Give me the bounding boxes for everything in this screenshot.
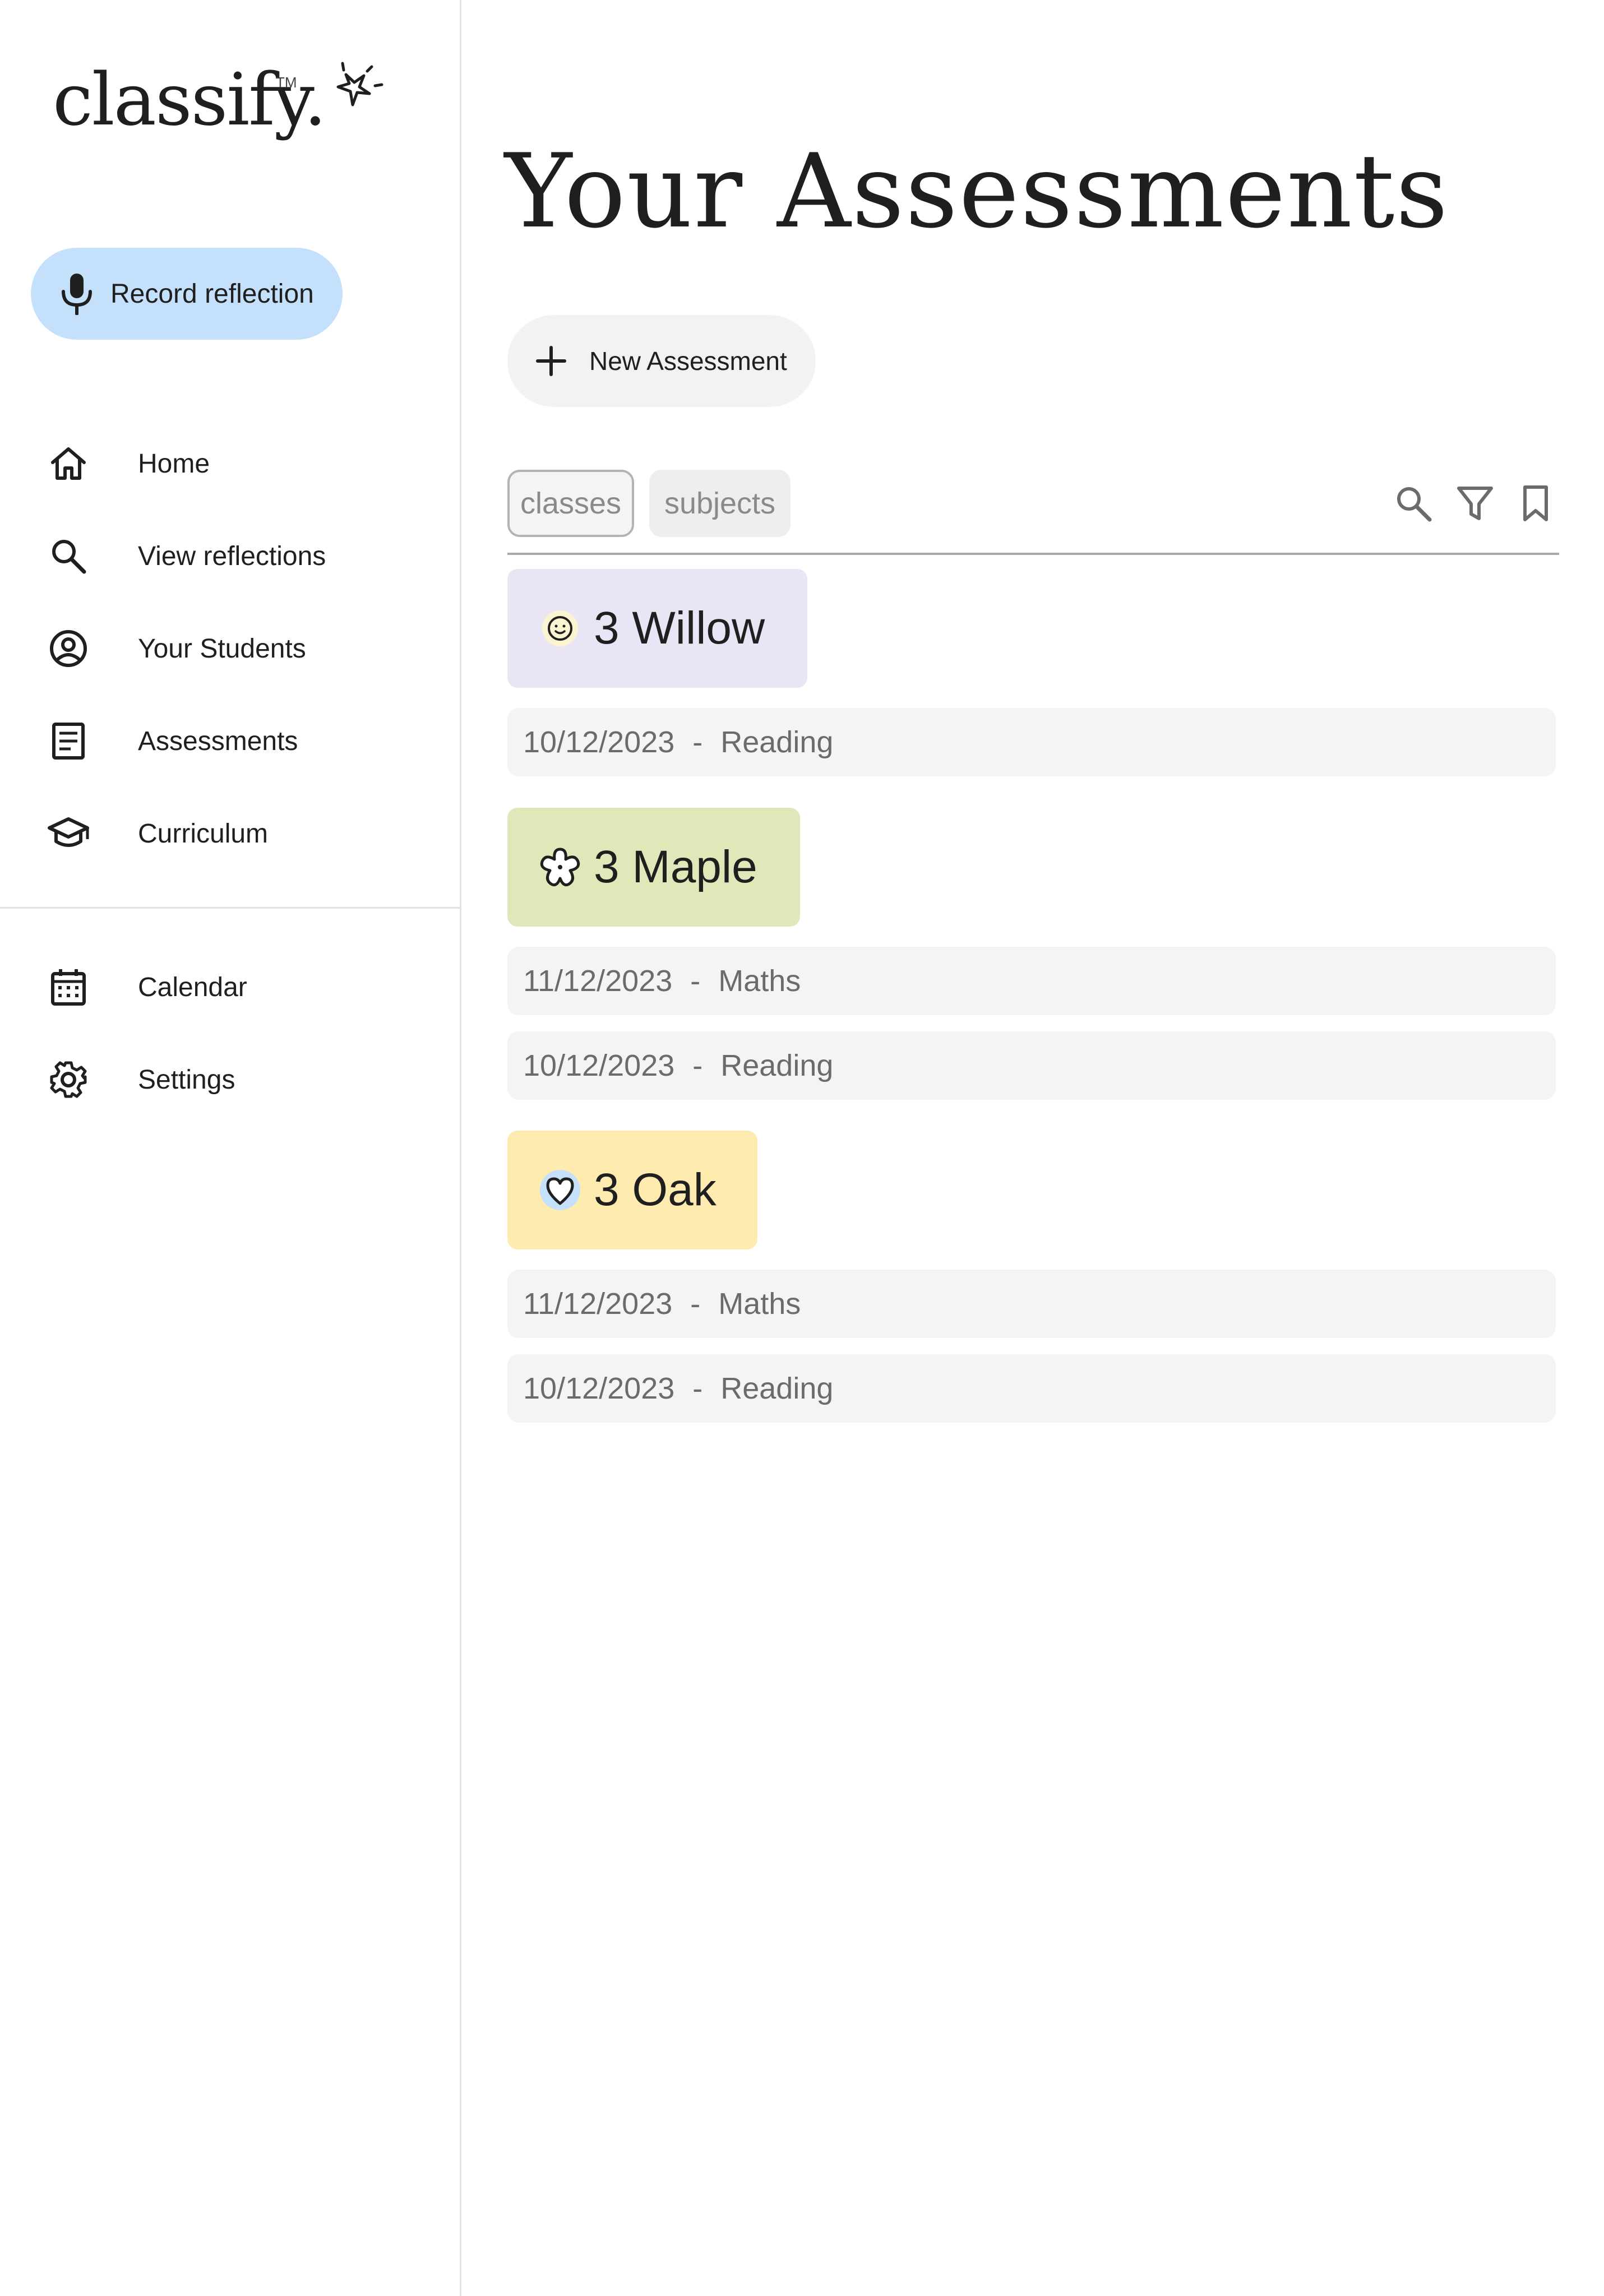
search-icon[interactable] xyxy=(1391,481,1436,526)
home-icon xyxy=(45,440,92,487)
class-name: 3 Oak xyxy=(594,1164,717,1215)
user-circle-icon xyxy=(45,625,92,672)
sidebar-item-label: Your Students xyxy=(138,633,306,664)
assessment-subject: Reading xyxy=(720,1372,834,1405)
sparkle-icon xyxy=(336,62,383,107)
page-title: Your Assessments xyxy=(505,132,1449,251)
graduation-cap-icon xyxy=(45,810,92,857)
sidebar-item-label: Curriculum xyxy=(138,818,269,849)
heart-icon xyxy=(537,1166,584,1214)
assessment-subject: Maths xyxy=(718,1287,801,1321)
sidebar: classify. TM Record reflection Home View… xyxy=(0,0,461,2296)
assessment-row[interactable]: 10/12/2023 - Reading xyxy=(507,1031,1556,1100)
toolbar-divider xyxy=(507,553,1559,555)
main-content: Your Assessments New Assessment classes … xyxy=(461,0,1604,2296)
sidebar-divider xyxy=(0,907,461,909)
class-name: 3 Willow xyxy=(594,603,765,654)
sidebar-item-assessments[interactable]: Assessments xyxy=(45,710,437,772)
sidebar-item-label: Settings xyxy=(138,1064,235,1095)
filter-chip-subjects[interactable]: subjects xyxy=(649,470,791,537)
search-icon xyxy=(45,533,92,580)
sidebar-item-your-students[interactable]: Your Students xyxy=(45,618,437,679)
sidebar-item-label: Home xyxy=(138,448,210,479)
assessment-row[interactable]: 11/12/2023 - Maths xyxy=(507,1270,1556,1338)
sidebar-item-label: View reflections xyxy=(138,541,326,571)
assessment-date: 10/12/2023 xyxy=(523,725,675,759)
sidebar-item-home[interactable]: Home xyxy=(45,433,437,494)
calendar-icon xyxy=(45,964,92,1011)
brand-logo[interactable]: classify. xyxy=(53,62,385,136)
sidebar-item-label: Calendar xyxy=(138,972,247,1002)
class-card-3-willow[interactable]: 3 Willow xyxy=(507,569,807,688)
gear-icon xyxy=(45,1056,92,1103)
bookmark-icon[interactable] xyxy=(1513,481,1558,526)
separator: - xyxy=(690,1287,701,1321)
assessment-row[interactable]: 10/12/2023 - Reading xyxy=(507,708,1556,776)
assessment-date: 10/12/2023 xyxy=(523,1049,675,1082)
class-card-3-maple[interactable]: 3 Maple xyxy=(507,808,800,927)
filter-chip-classes[interactable]: classes xyxy=(507,470,634,537)
sidebar-item-label: Assessments xyxy=(138,726,298,756)
sidebar-item-view-reflections[interactable]: View reflections xyxy=(45,525,437,587)
class-name: 3 Maple xyxy=(594,841,757,892)
separator: - xyxy=(692,1049,703,1082)
flower-icon xyxy=(537,844,584,891)
smiley-icon xyxy=(537,605,584,652)
plus-icon xyxy=(536,346,566,376)
sidebar-item-curriculum[interactable]: Curriculum xyxy=(45,803,437,864)
document-icon xyxy=(45,718,92,765)
class-card-3-oak[interactable]: 3 Oak xyxy=(507,1131,757,1249)
new-assessment-label: New Assessment xyxy=(589,346,787,376)
separator: - xyxy=(692,1372,703,1405)
separator: - xyxy=(690,964,701,998)
microphone-icon xyxy=(62,274,92,315)
sidebar-item-calendar[interactable]: Calendar xyxy=(45,956,437,1018)
trademark: TM xyxy=(276,74,297,91)
new-assessment-button[interactable]: New Assessment xyxy=(507,315,816,407)
assessment-date: 10/12/2023 xyxy=(523,1372,675,1405)
assessment-date: 11/12/2023 xyxy=(523,1287,673,1321)
separator: - xyxy=(692,725,703,759)
assessment-row[interactable]: 11/12/2023 - Maths xyxy=(507,947,1556,1015)
assessment-date: 11/12/2023 xyxy=(523,964,673,998)
assessment-subject: Maths xyxy=(718,964,801,998)
record-reflection-button[interactable]: Record reflection xyxy=(31,248,343,340)
assessment-row[interactable]: 10/12/2023 - Reading xyxy=(507,1354,1556,1423)
record-reflection-label: Record reflection xyxy=(110,279,314,309)
filter-icon[interactable] xyxy=(1453,481,1497,526)
assessment-subject: Reading xyxy=(720,1049,834,1082)
sidebar-item-settings[interactable]: Settings xyxy=(45,1049,437,1110)
assessment-subject: Reading xyxy=(720,725,834,759)
